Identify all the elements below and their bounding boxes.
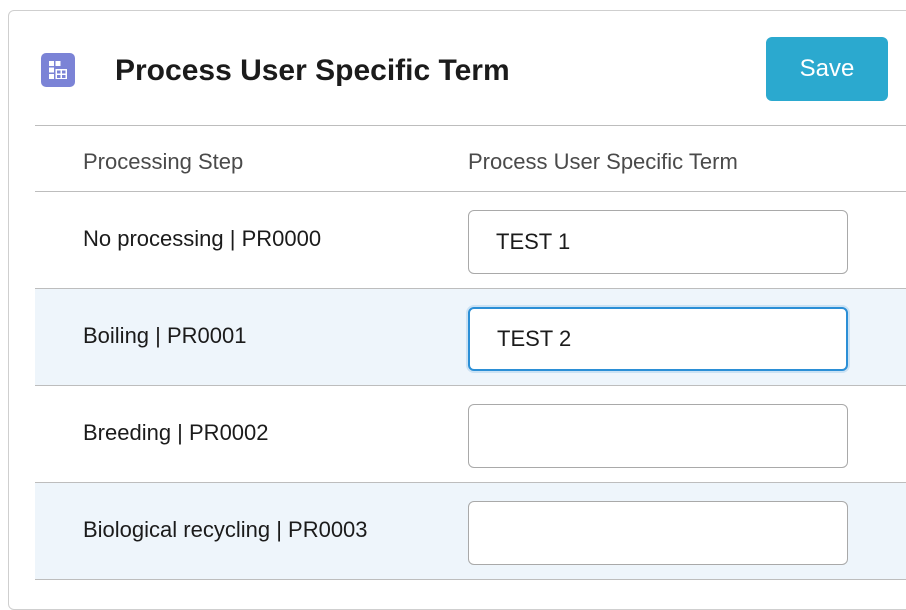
term-input[interactable]: [468, 307, 848, 371]
page-title: Process User Specific Term: [115, 54, 510, 87]
column-header-processing-step: Processing Step: [83, 149, 244, 174]
table-grid-icon: [41, 53, 75, 87]
table-grid-icon-graphic: [49, 61, 67, 79]
header-divider: [35, 125, 906, 126]
table-row: Biological recycling | PR0003: [35, 483, 906, 579]
table-row: Breeding | PR0002: [35, 386, 906, 482]
row-divider: [35, 579, 906, 580]
table-row: Boiling | PR0001: [35, 289, 906, 385]
card-header: Process User Specific Term Save: [9, 11, 906, 126]
term-input[interactable]: [468, 210, 848, 274]
row-step-label: Boiling | PR0001: [83, 323, 247, 348]
save-button[interactable]: Save: [766, 37, 888, 101]
table-row: No processing | PR0000: [35, 192, 906, 288]
row-step-label: No processing | PR0000: [83, 226, 322, 251]
column-header-user-specific-term: Process User Specific Term: [468, 149, 738, 174]
row-step-label: Breeding | PR0002: [83, 420, 269, 445]
process-user-specific-term-card: Process User Specific Term Save Processi…: [8, 10, 906, 610]
term-input[interactable]: [468, 404, 848, 468]
row-step-label: Biological recycling | PR0003: [83, 517, 368, 542]
term-input[interactable]: [468, 501, 848, 565]
